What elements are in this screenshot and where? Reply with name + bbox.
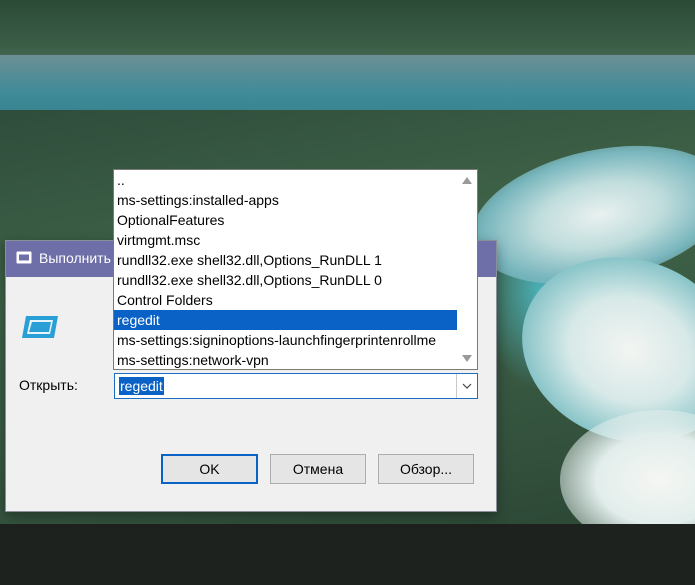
list-item[interactable]: rundll32.exe shell32.dll,Options_RunDLL … xyxy=(114,270,458,290)
dropdown-toggle-button[interactable] xyxy=(456,374,477,398)
list-item[interactable]: Control Folders xyxy=(114,290,458,310)
browse-button[interactable]: Обзор... xyxy=(378,454,474,484)
scroll-up-arrow-icon[interactable] xyxy=(462,177,472,184)
dropdown-scrollbar[interactable] xyxy=(457,170,477,369)
list-item[interactable]: ms-settings:network-vpn xyxy=(114,350,458,369)
list-item[interactable]: ms-settings:installed-apps xyxy=(114,190,458,210)
list-item[interactable]: OptionalFeatures xyxy=(114,210,458,230)
dialog-title: Выполнить xyxy=(39,250,111,266)
history-items: .. ms-settings:installed-apps OptionalFe… xyxy=(114,170,458,369)
scroll-down-arrow-icon[interactable] xyxy=(462,355,472,362)
list-item[interactable]: rundll32.exe shell32.dll,Options_RunDLL … xyxy=(114,250,458,270)
taskbar xyxy=(0,524,695,585)
list-item[interactable]: virtmgmt.msc xyxy=(114,230,458,250)
chevron-down-icon xyxy=(462,383,472,389)
ok-button[interactable]: OK xyxy=(161,454,258,484)
open-combobox[interactable]: regedit xyxy=(114,373,478,399)
open-input[interactable]: regedit xyxy=(119,377,164,395)
list-item-selected[interactable]: regedit xyxy=(114,310,458,330)
history-dropdown-list[interactable]: .. ms-settings:installed-apps OptionalFe… xyxy=(113,169,478,370)
run-app-icon xyxy=(22,316,58,338)
open-label: Открыть: xyxy=(19,377,78,393)
cancel-button[interactable]: Отмена xyxy=(270,454,366,484)
list-item[interactable]: .. xyxy=(114,170,458,190)
run-app-icon xyxy=(16,251,32,264)
list-item[interactable]: ms-settings:signinoptions-launchfingerpr… xyxy=(114,330,458,350)
